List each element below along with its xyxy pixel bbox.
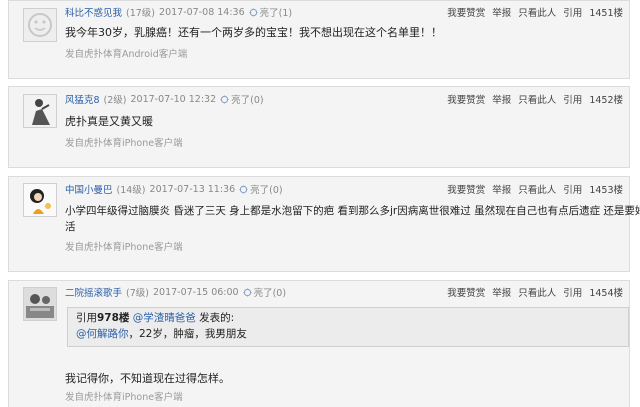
post-meta: 中国小曼巴 (14级) 2017-07-13 11:36 亮了(0): [65, 182, 283, 197]
floor-number: 1454楼: [589, 288, 623, 299]
username-link[interactable]: 二院摇滚歌手: [65, 285, 122, 299]
thread-page: 科比不惑见我 (17级) 2017-07-08 14:36 亮了(1) 我要赞赏…: [0, 0, 640, 407]
light-icon: [243, 287, 252, 297]
device-source: 发自虎扑体育Android客户端: [65, 49, 188, 60]
post-meta: 二院摇滚歌手 (7级) 2017-07-15 06:00 亮了(0): [65, 285, 286, 300]
quote-text: ，22岁，肿瘤，我男朋友: [128, 328, 247, 340]
light-count: 亮了(0): [253, 288, 287, 299]
avatar[interactable]: [23, 94, 57, 128]
light-icon: [249, 7, 258, 17]
username-link[interactable]: 风猛克8: [65, 92, 100, 106]
user-avatar-image: [24, 184, 56, 216]
device-source: 发自虎扑体育iPhone客户端: [65, 242, 183, 253]
post-1454: 二院摇滚歌手 (7级) 2017-07-15 06:00 亮了(0) 我要赞赏 …: [8, 280, 630, 407]
user-level: (7级): [126, 288, 149, 299]
like-button[interactable]: 我要赞赏: [447, 92, 485, 106]
floor-number: 1451楼: [589, 8, 623, 19]
report-button[interactable]: 举报: [492, 92, 511, 106]
only-this-user-button[interactable]: 只看此人: [518, 5, 556, 19]
report-button[interactable]: 举报: [492, 182, 511, 196]
quote-floor: 978楼: [97, 312, 130, 324]
post-1452: 风猛克8 (2级) 2017-07-10 12:32 亮了(0) 我要赞赏 举报…: [8, 86, 630, 168]
only-this-user-button[interactable]: 只看此人: [518, 92, 556, 106]
like-button[interactable]: 我要赞赏: [447, 5, 485, 19]
post-1453: 中国小曼巴 (14级) 2017-07-13 11:36 亮了(0) 我要赞赏 …: [8, 176, 640, 272]
like-button[interactable]: 我要赞赏: [447, 182, 485, 196]
like-button[interactable]: 我要赞赏: [447, 285, 485, 299]
only-this-user-button[interactable]: 只看此人: [518, 285, 556, 299]
light-button[interactable]: 亮了(0): [239, 182, 283, 196]
post-actions: 我要赞赏 举报 只看此人 引用 1453楼: [447, 182, 623, 196]
only-this-user-button[interactable]: 只看此人: [518, 182, 556, 196]
post-meta: 风猛克8 (2级) 2017-07-10 12:32 亮了(0): [65, 92, 264, 107]
floor-number: 1452楼: [589, 95, 623, 106]
avatar[interactable]: [23, 287, 57, 321]
light-icon: [220, 94, 229, 104]
light-icon: [239, 184, 248, 194]
quote-author-link[interactable]: @学渣晴爸爸: [133, 312, 196, 324]
avatar[interactable]: [23, 8, 57, 42]
device-source: 发自虎扑体育iPhone客户端: [65, 138, 183, 149]
quote-body: @何解路你，22岁，肿瘤，我男朋友: [76, 326, 620, 342]
post-actions: 我要赞赏 举报 只看此人 引用 1452楼: [447, 92, 623, 106]
light-count: 亮了(0): [250, 185, 283, 196]
post-actions: 我要赞赏 举报 只看此人 引用 1451楼: [447, 5, 623, 19]
user-level: (17级): [126, 8, 156, 19]
post-content: 我记得你，不知道现在过得怎样。: [65, 372, 230, 385]
floor-number: 1453楼: [589, 185, 623, 196]
quoted-post: 引用978楼 @学渣晴爸爸 发表的: @何解路你，22岁，肿瘤，我男朋友: [67, 307, 629, 347]
post-date: 2017-07-13 11:36: [149, 183, 236, 195]
username-link[interactable]: 中国小曼巴: [65, 182, 113, 196]
user-avatar-image: [24, 288, 56, 320]
device-source: 发自虎扑体育iPhone客户端: [65, 392, 183, 403]
quote-prefix: 引用: [76, 312, 97, 324]
post-content-line: 活: [65, 221, 76, 233]
quote-button[interactable]: 引用: [563, 5, 582, 19]
report-button[interactable]: 举报: [492, 5, 511, 19]
post-content-line: 小学四年级得过脑膜炎 昏迷了三天 身上都是水泡留下的疤 看到那么多jr因病离世很…: [65, 205, 640, 217]
post-content: 小学四年级得过脑膜炎 昏迷了三天 身上都是水泡留下的疤 看到那么多jr因病离世很…: [65, 203, 640, 235]
light-count: 亮了(1): [259, 8, 293, 19]
light-button[interactable]: 亮了(1): [249, 5, 292, 19]
post-meta: 科比不惑见我 (17级) 2017-07-08 14:36 亮了(1): [65, 5, 292, 20]
quote-said: 发表的:: [199, 312, 235, 324]
post-1451: 科比不惑见我 (17级) 2017-07-08 14:36 亮了(1) 我要赞赏…: [8, 0, 630, 79]
avatar[interactable]: [23, 183, 57, 217]
quote-button[interactable]: 引用: [563, 92, 582, 106]
user-level: (14级): [116, 185, 146, 196]
username-link[interactable]: 科比不惑见我: [65, 5, 122, 19]
quote-button[interactable]: 引用: [563, 182, 582, 196]
report-button[interactable]: 举报: [492, 285, 511, 299]
default-avatar-icon: [24, 9, 56, 41]
post-actions: 我要赞赏 举报 只看此人 引用 1454楼: [447, 285, 623, 299]
quote-header: 引用978楼 @学渣晴爸爸 发表的:: [76, 310, 620, 326]
user-level: (2级): [103, 95, 127, 106]
post-content: 虎扑真是又黄又暖: [65, 115, 153, 128]
post-content: 我今年30岁，乳腺癌！还有一个两岁多的宝宝！我不想出现在这个名单里！！: [65, 26, 442, 39]
user-avatar-image: [24, 95, 56, 127]
light-button[interactable]: 亮了(0): [243, 285, 286, 299]
post-date: 2017-07-10 12:32: [130, 93, 217, 105]
quote-mention-link[interactable]: @何解路你: [76, 328, 129, 340]
post-date: 2017-07-15 06:00: [152, 286, 239, 298]
post-date: 2017-07-08 14:36: [159, 6, 245, 18]
light-button[interactable]: 亮了(0): [220, 92, 264, 106]
quote-button[interactable]: 引用: [563, 285, 582, 299]
light-count: 亮了(0): [231, 95, 264, 106]
